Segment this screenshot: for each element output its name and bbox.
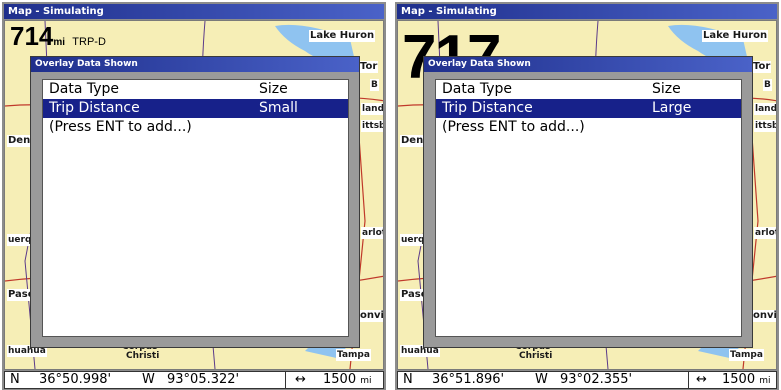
list-header: Data Type Size [43, 80, 348, 99]
map-label-cleveland: land [361, 103, 384, 115]
lon-hemisphere: W [535, 372, 548, 387]
lat-hemisphere: N [10, 372, 20, 387]
map-label-pittsburgh: ittsbu [361, 120, 383, 132]
zoom-arrow-icon: ↔ [295, 372, 306, 387]
zoom-arrow-icon: ↔ [696, 372, 707, 387]
item-size: Large [652, 100, 692, 116]
map-label-charlotte: arlott [754, 227, 776, 239]
zoom-value: 1500 [722, 372, 756, 387]
window-title: Map - Simulating [4, 4, 384, 19]
item-add-hint: (Press ENT to add...) [49, 119, 192, 135]
list-item-trip-distance[interactable]: Trip Distance Large [436, 99, 741, 118]
overlay-label: TRP-D [72, 36, 106, 48]
item-size: Small [259, 100, 298, 116]
zoom-unit: mi [360, 376, 372, 386]
map-screen-right: Map - Simulating 717 Lake Huron Tor B la… [395, 2, 779, 390]
position-status-bar: N 36°50.998' W 93°05.322' ↔ 1500 mi [4, 371, 384, 389]
status-divider [285, 372, 286, 388]
map-label-tampa: Tampa [729, 349, 764, 361]
header-data-type: Data Type [442, 81, 513, 97]
map-screen-left: Map - Simulating 714mi TRP-D Lake Huron … [2, 2, 386, 390]
position-status-bar: N 36°51.896' W 93°02.355' ↔ 1500 mi [397, 371, 777, 389]
map-label-toronto: Tor [359, 61, 379, 73]
longitude: 93°02.355' [560, 372, 633, 387]
map-label-tampa: Tampa [336, 349, 371, 361]
map-label-buffalo: B [370, 79, 379, 91]
dialog-title: Overlay Data Shown [31, 57, 359, 72]
map-label-jacksonville: onvill [752, 310, 776, 322]
latitude: 36°51.896' [432, 372, 505, 387]
overlay-data-dialog: Overlay Data Shown Data Type Size Trip D… [423, 56, 753, 348]
longitude: 93°05.322' [167, 372, 240, 387]
lon-hemisphere: W [142, 372, 155, 387]
list-item-add[interactable]: (Press ENT to add...) [43, 118, 348, 137]
map-label-charlotte: arlott [361, 227, 383, 239]
map-label-pittsburgh: ittsbu [754, 120, 776, 132]
item-data-type: Trip Distance [49, 100, 140, 116]
map-label-christi: Christi [126, 351, 160, 361]
map-label-buffalo: B [763, 79, 772, 91]
header-data-type: Data Type [49, 81, 120, 97]
overlay-trip-distance: 714mi TRP-D [10, 23, 106, 56]
map-label-christi: Christi [519, 351, 553, 361]
zoom-range: 1500 mi [323, 372, 372, 389]
map-label-lake-huron: Lake Huron [309, 30, 376, 42]
zoom-range: 1500 mi [722, 372, 771, 389]
map-label-jacksonville: onvill [359, 310, 383, 322]
item-data-type: Trip Distance [442, 100, 533, 116]
map-label-denver: Den [7, 135, 32, 147]
lat-hemisphere: N [403, 372, 413, 387]
zoom-value: 1500 [323, 372, 357, 387]
data-list: Data Type Size Trip Distance Small (Pres… [42, 79, 349, 337]
header-size: Size [652, 81, 681, 97]
list-header: Data Type Size [436, 80, 741, 99]
header-size: Size [259, 81, 288, 97]
status-divider [688, 372, 689, 388]
window-title: Map - Simulating [397, 4, 777, 19]
map-label-denver: Den [400, 135, 425, 147]
map-label-lake-huron: Lake Huron [702, 30, 769, 42]
list-item-add[interactable]: (Press ENT to add...) [436, 118, 741, 137]
overlay-data-dialog: Overlay Data Shown Data Type Size Trip D… [30, 56, 360, 348]
latitude: 36°50.998' [39, 372, 112, 387]
data-list: Data Type Size Trip Distance Large (Pres… [435, 79, 742, 337]
zoom-unit: mi [759, 376, 771, 386]
list-item-trip-distance[interactable]: Trip Distance Small [43, 99, 348, 118]
item-add-hint: (Press ENT to add...) [442, 119, 585, 135]
map-label-cleveland: land [754, 103, 777, 115]
dialog-title: Overlay Data Shown [424, 57, 752, 72]
map-label-toronto: Tor [752, 61, 772, 73]
overlay-unit: mi [53, 37, 66, 48]
overlay-value: 714 [10, 21, 54, 51]
